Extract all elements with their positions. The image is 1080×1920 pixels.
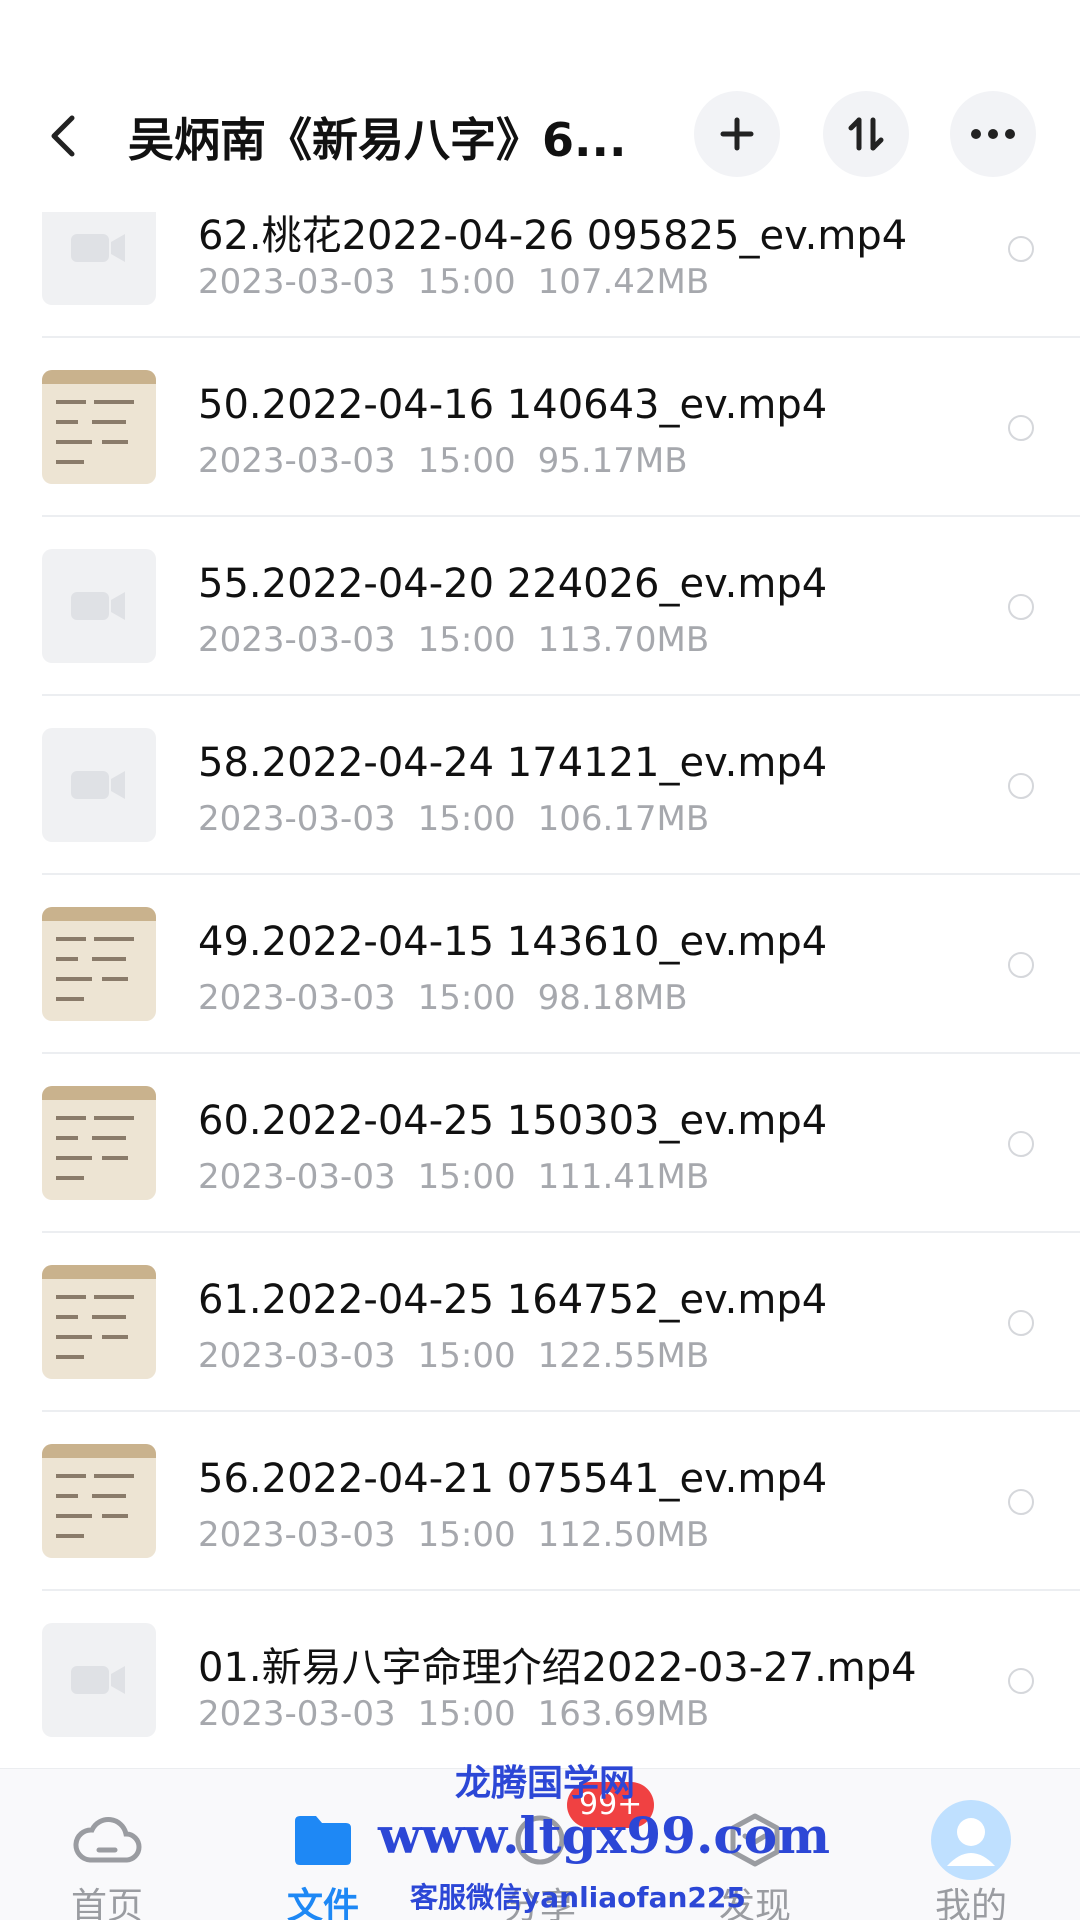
file-time: 15:00 xyxy=(417,262,516,302)
tab-home[interactable]: 首页 xyxy=(22,1769,192,1920)
file-meta: 2023-03-03 15:00 113.70MB xyxy=(198,620,709,660)
watermark-site-name: 龙腾国学网 xyxy=(455,1763,636,1804)
file-name: 62.桃花2022-04-26 095825_ev.mp4 xyxy=(198,213,908,259)
file-meta: 2023-03-03 15:00 106.17MB xyxy=(198,799,709,839)
watermark-contact: 客服微信yanliaofan225 xyxy=(410,1881,746,1914)
file-size: 112.50MB xyxy=(537,1515,710,1555)
file-name: 56.2022-04-21 075541_ev.mp4 xyxy=(198,1456,828,1502)
file-size: 163.69MB xyxy=(537,1694,710,1734)
video-thumbnail xyxy=(42,1086,156,1200)
file-meta: 2023-03-03 15:00 122.55MB xyxy=(198,1336,709,1376)
file-date: 2023-03-03 xyxy=(198,1515,396,1555)
file-time: 15:00 xyxy=(417,620,516,660)
file-size: 106.17MB xyxy=(537,799,710,839)
folder-title: 吴炳南《新易八字》6... xyxy=(128,113,627,167)
file-time: 15:00 xyxy=(417,799,516,839)
folder-icon xyxy=(283,1805,363,1875)
select-radio[interactable] xyxy=(1008,952,1034,978)
sort-button[interactable] xyxy=(823,91,909,177)
file-row[interactable]: 55.2022-04-20 224026_ev.mp4 2023-03-03 15:… xyxy=(0,517,1080,696)
file-name: 58.2022-04-24 174121_ev.mp4 xyxy=(198,740,828,786)
video-placeholder-icon xyxy=(42,212,156,305)
file-time: 15:00 xyxy=(417,1694,516,1734)
file-meta: 2023-03-03 15:00 98.18MB xyxy=(198,978,688,1018)
file-date: 2023-03-03 xyxy=(198,1694,396,1734)
video-thumbnail xyxy=(42,1444,156,1558)
file-date: 2023-03-03 xyxy=(198,799,396,839)
file-time: 15:00 xyxy=(417,1157,516,1197)
file-row[interactable]: 01.新易八字命理介绍2022-03-27.mp4 2023-03-03 15:00… xyxy=(0,1591,1080,1768)
file-meta: 2023-03-03 15:00 95.17MB xyxy=(198,441,688,481)
chevron-left-icon xyxy=(51,115,75,157)
more-dots-icon xyxy=(971,129,1015,139)
file-size: 107.42MB xyxy=(537,262,710,302)
header-bar: 吴炳南《新易八字》6... xyxy=(0,0,1080,212)
select-radio[interactable] xyxy=(1008,1668,1034,1694)
select-radio[interactable] xyxy=(1008,773,1034,799)
file-date: 2023-03-03 xyxy=(198,1336,396,1376)
select-radio[interactable] xyxy=(1008,1310,1034,1336)
file-time: 15:00 xyxy=(417,1336,516,1376)
file-list: 62.桃花2022-04-26 095825_ev.mp4 2023-03-03 1… xyxy=(0,212,1080,1768)
select-radio[interactable] xyxy=(1008,1489,1034,1515)
file-name: 01.新易八字命理介绍2022-03-27.mp4 xyxy=(198,1645,917,1691)
file-date: 2023-03-03 xyxy=(198,1157,396,1197)
file-name: 49.2022-04-15 143610_ev.mp4 xyxy=(198,919,828,965)
tab-me[interactable]: 我的 xyxy=(886,1769,1056,1920)
select-radio[interactable] xyxy=(1008,236,1034,262)
file-date: 2023-03-03 xyxy=(198,262,396,302)
video-placeholder-icon xyxy=(42,728,156,842)
tab-files-label: 文件 xyxy=(286,1886,359,1920)
file-meta: 2023-03-03 15:00 163.69MB xyxy=(198,1694,709,1734)
file-meta: 2023-03-03 15:00 112.50MB xyxy=(198,1515,709,1555)
file-name: 61.2022-04-25 164752_ev.mp4 xyxy=(198,1277,828,1323)
file-row[interactable]: 61.2022-04-25 164752_ev.mp4 2023-03-03 15:… xyxy=(0,1233,1080,1412)
file-size: 95.17MB xyxy=(537,441,688,481)
file-row[interactable]: 62.桃花2022-04-26 095825_ev.mp4 2023-03-03 1… xyxy=(0,212,1080,338)
file-size: 113.70MB xyxy=(537,620,710,660)
cloud-icon xyxy=(67,1805,147,1875)
file-date: 2023-03-03 xyxy=(198,620,396,660)
video-placeholder-icon xyxy=(42,549,156,663)
add-button[interactable] xyxy=(694,91,780,177)
file-size: 98.18MB xyxy=(537,978,688,1018)
tab-me-label: 我的 xyxy=(934,1886,1007,1920)
sort-arrows-icon xyxy=(848,117,884,151)
watermark-url: www.ltgx99.com xyxy=(378,1806,831,1865)
file-row[interactable]: 49.2022-04-15 143610_ev.mp4 2023-03-03 15:… xyxy=(0,875,1080,1054)
file-date: 2023-03-03 xyxy=(198,441,396,481)
video-thumbnail xyxy=(42,370,156,484)
file-date: 2023-03-03 xyxy=(198,978,396,1018)
file-time: 15:00 xyxy=(417,978,516,1018)
file-size: 111.41MB xyxy=(537,1157,710,1197)
select-radio[interactable] xyxy=(1008,594,1034,620)
file-time: 15:00 xyxy=(417,441,516,481)
file-row[interactable]: 56.2022-04-21 075541_ev.mp4 2023-03-03 15:… xyxy=(0,1412,1080,1591)
file-meta: 2023-03-03 15:00 107.42MB xyxy=(198,262,709,302)
file-time: 15:00 xyxy=(417,1515,516,1555)
file-row[interactable]: 58.2022-04-24 174121_ev.mp4 2023-03-03 15:… xyxy=(0,696,1080,875)
file-name: 50.2022-04-16 140643_ev.mp4 xyxy=(198,382,828,428)
file-name: 55.2022-04-20 224026_ev.mp4 xyxy=(198,561,828,607)
video-placeholder-icon xyxy=(42,1623,156,1737)
back-button[interactable] xyxy=(48,108,92,164)
video-thumbnail xyxy=(42,907,156,1021)
select-radio[interactable] xyxy=(1008,415,1034,441)
plus-icon xyxy=(720,117,754,151)
video-thumbnail xyxy=(42,1265,156,1379)
more-button[interactable] xyxy=(950,91,1036,177)
file-size: 122.55MB xyxy=(537,1336,710,1376)
avatar-icon xyxy=(931,1800,1011,1880)
file-name: 60.2022-04-25 150303_ev.mp4 xyxy=(198,1098,828,1144)
file-row[interactable]: 50.2022-04-16 140643_ev.mp4 2023-03-03 15:… xyxy=(0,338,1080,517)
tab-home-label: 首页 xyxy=(70,1886,143,1920)
file-meta: 2023-03-03 15:00 111.41MB xyxy=(198,1157,709,1197)
file-row[interactable]: 60.2022-04-25 150303_ev.mp4 2023-03-03 15:… xyxy=(0,1054,1080,1233)
select-radio[interactable] xyxy=(1008,1131,1034,1157)
